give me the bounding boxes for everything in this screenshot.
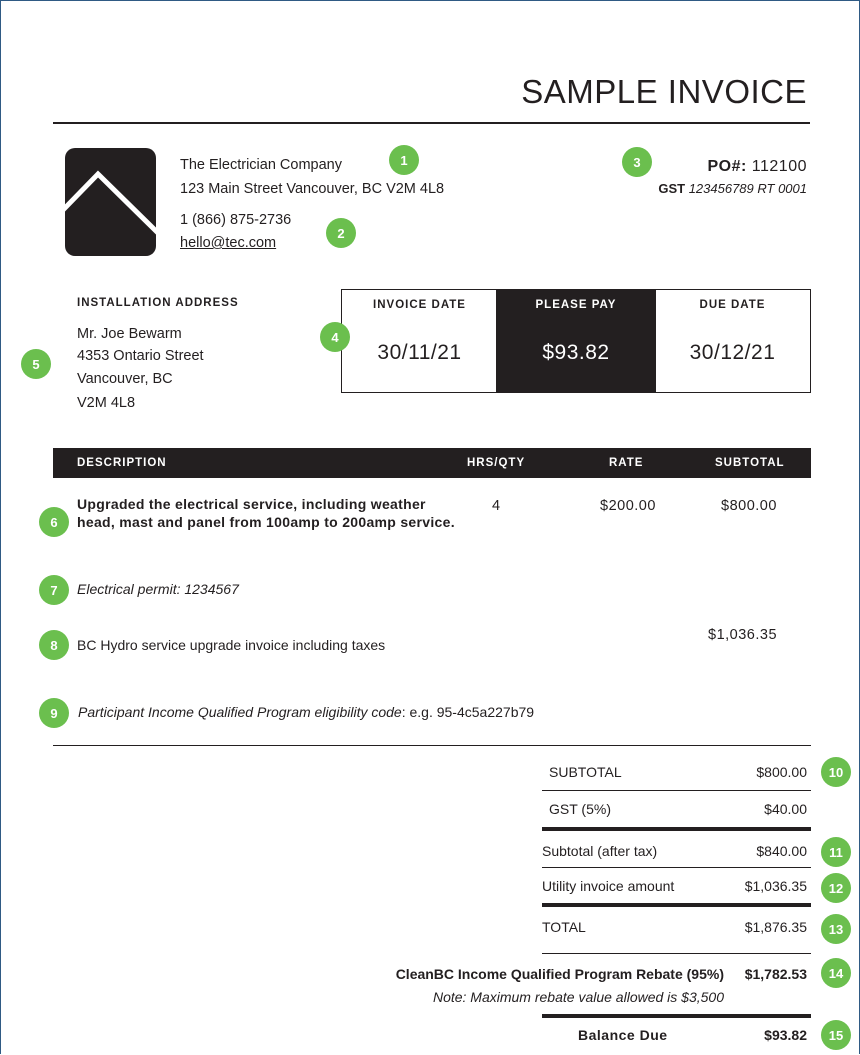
po-label: PO#: bbox=[707, 158, 747, 175]
totals-rule-5 bbox=[542, 953, 811, 954]
eligibility-label: Participant Income Qualified Program eli… bbox=[78, 704, 402, 720]
invoice-date-box: INVOICE DATE 30/11/21 bbox=[341, 289, 498, 393]
utility-value: $1,036.35 bbox=[744, 878, 807, 894]
installation-line-4: V2M 4L8 bbox=[77, 395, 136, 411]
total-value: $1,876.35 bbox=[744, 919, 807, 935]
subtotal-value: $800.00 bbox=[756, 764, 807, 780]
rebate-label: CleanBC Income Qualified Program Rebate … bbox=[395, 966, 724, 982]
gst-total-label: GST (5%) bbox=[549, 801, 611, 817]
invoice-page: SAMPLE INVOICE The Electrician Company 1… bbox=[0, 0, 860, 1054]
company-email-link[interactable]: hello@tec.com bbox=[180, 235, 276, 251]
gst-block: GST 123456789 RT 0001 bbox=[658, 181, 807, 196]
installation-line-1: Mr. Joe Bewarm bbox=[77, 326, 182, 342]
utility-label: Utility invoice amount bbox=[542, 878, 675, 894]
after-tax-value: $840.00 bbox=[756, 843, 807, 859]
please-pay-box: PLEASE PAY $93.82 bbox=[496, 289, 656, 393]
due-date-label: DUE DATE bbox=[699, 299, 766, 311]
electrical-permit: Electrical permit: 1234567 bbox=[77, 581, 239, 597]
item-rate: $200.00 bbox=[600, 498, 656, 514]
invoice-title: SAMPLE INVOICE bbox=[521, 73, 807, 110]
rebate-note: Note: Maximum rebate value allowed is $3… bbox=[432, 989, 724, 1005]
eligibility-code: Participant Income Qualified Program eli… bbox=[78, 704, 534, 720]
invoice-date-label: INVOICE DATE bbox=[373, 299, 466, 311]
header-rate: RATE bbox=[609, 457, 644, 469]
item-qty: 4 bbox=[492, 498, 501, 514]
po-block: PO#: 112100 bbox=[708, 158, 808, 176]
header-description: DESCRIPTION bbox=[77, 457, 167, 469]
callout-badge-7: 7 bbox=[39, 575, 69, 605]
company-name: The Electrician Company bbox=[180, 157, 342, 173]
invoice-date-value: 30/11/21 bbox=[377, 341, 462, 364]
installation-line-3: Vancouver, BC bbox=[77, 371, 173, 387]
company-logo bbox=[65, 148, 156, 256]
balance-due-label: Balance Due bbox=[578, 1027, 668, 1043]
subtotal-label: SUBTOTAL bbox=[549, 764, 622, 780]
totals-rule-4 bbox=[542, 903, 811, 907]
callout-badge-8: 8 bbox=[39, 630, 69, 660]
callout-badge-11: 11 bbox=[821, 837, 851, 867]
callout-badge-12: 12 bbox=[821, 873, 851, 903]
gst-label: GST bbox=[658, 181, 686, 196]
callout-badge-10: 10 bbox=[821, 757, 851, 787]
callout-badge-13: 13 bbox=[821, 914, 851, 944]
header-divider bbox=[53, 122, 810, 124]
table-header-bar bbox=[53, 448, 811, 478]
balance-due-value: $93.82 bbox=[764, 1027, 807, 1043]
callout-badge-4: 4 bbox=[320, 322, 350, 352]
due-date-value: 30/12/21 bbox=[689, 341, 776, 364]
hydro-description: BC Hydro service upgrade invoice includi… bbox=[77, 637, 386, 653]
installation-line-2: 4353 Ontario Street bbox=[77, 348, 204, 364]
header-hrs-qty: HRS/QTY bbox=[467, 457, 526, 469]
item-subtotal: $800.00 bbox=[721, 498, 777, 514]
due-date-box: DUE DATE 30/12/21 bbox=[654, 289, 811, 393]
hydro-amount: $1,036.35 bbox=[708, 627, 778, 643]
total-label: TOTAL bbox=[542, 919, 586, 935]
totals-divider bbox=[53, 745, 811, 746]
item-description: Upgraded the electrical service, includi… bbox=[77, 496, 455, 530]
company-phone[interactable]: 1 (866) 875-2736 bbox=[180, 212, 291, 228]
please-pay-amount: $93.82 bbox=[542, 341, 610, 364]
callout-badge-15: 15 bbox=[821, 1020, 851, 1050]
callout-badge-9: 9 bbox=[39, 698, 69, 728]
gst-number: 123456789 RT 0001 bbox=[688, 181, 807, 196]
gst-total-value: $40.00 bbox=[764, 801, 807, 817]
eligibility-value: : e.g. 95-4c5a227b79 bbox=[401, 704, 535, 720]
rebate-value: $1,782.53 bbox=[744, 966, 807, 982]
po-number: 112100 bbox=[751, 158, 807, 175]
callout-badge-2: 2 bbox=[326, 218, 356, 248]
totals-rule-1 bbox=[542, 790, 811, 791]
callout-badge-14: 14 bbox=[821, 958, 851, 988]
callout-badge-3: 3 bbox=[622, 147, 652, 177]
callout-badge-1: 1 bbox=[389, 145, 419, 175]
installation-heading: INSTALLATION ADDRESS bbox=[77, 297, 239, 309]
totals-rule-2 bbox=[542, 827, 811, 831]
header-subtotal: SUBTOTAL bbox=[715, 457, 785, 469]
totals-rule-3 bbox=[542, 867, 811, 868]
callout-badge-6: 6 bbox=[39, 507, 69, 537]
company-address: 123 Main Street Vancouver, BC V2M 4L8 bbox=[180, 181, 445, 197]
after-tax-label: Subtotal (after tax) bbox=[542, 843, 658, 859]
callout-badge-5: 5 bbox=[21, 349, 51, 379]
please-pay-label: PLEASE PAY bbox=[535, 299, 617, 311]
totals-rule-6 bbox=[542, 1014, 811, 1018]
